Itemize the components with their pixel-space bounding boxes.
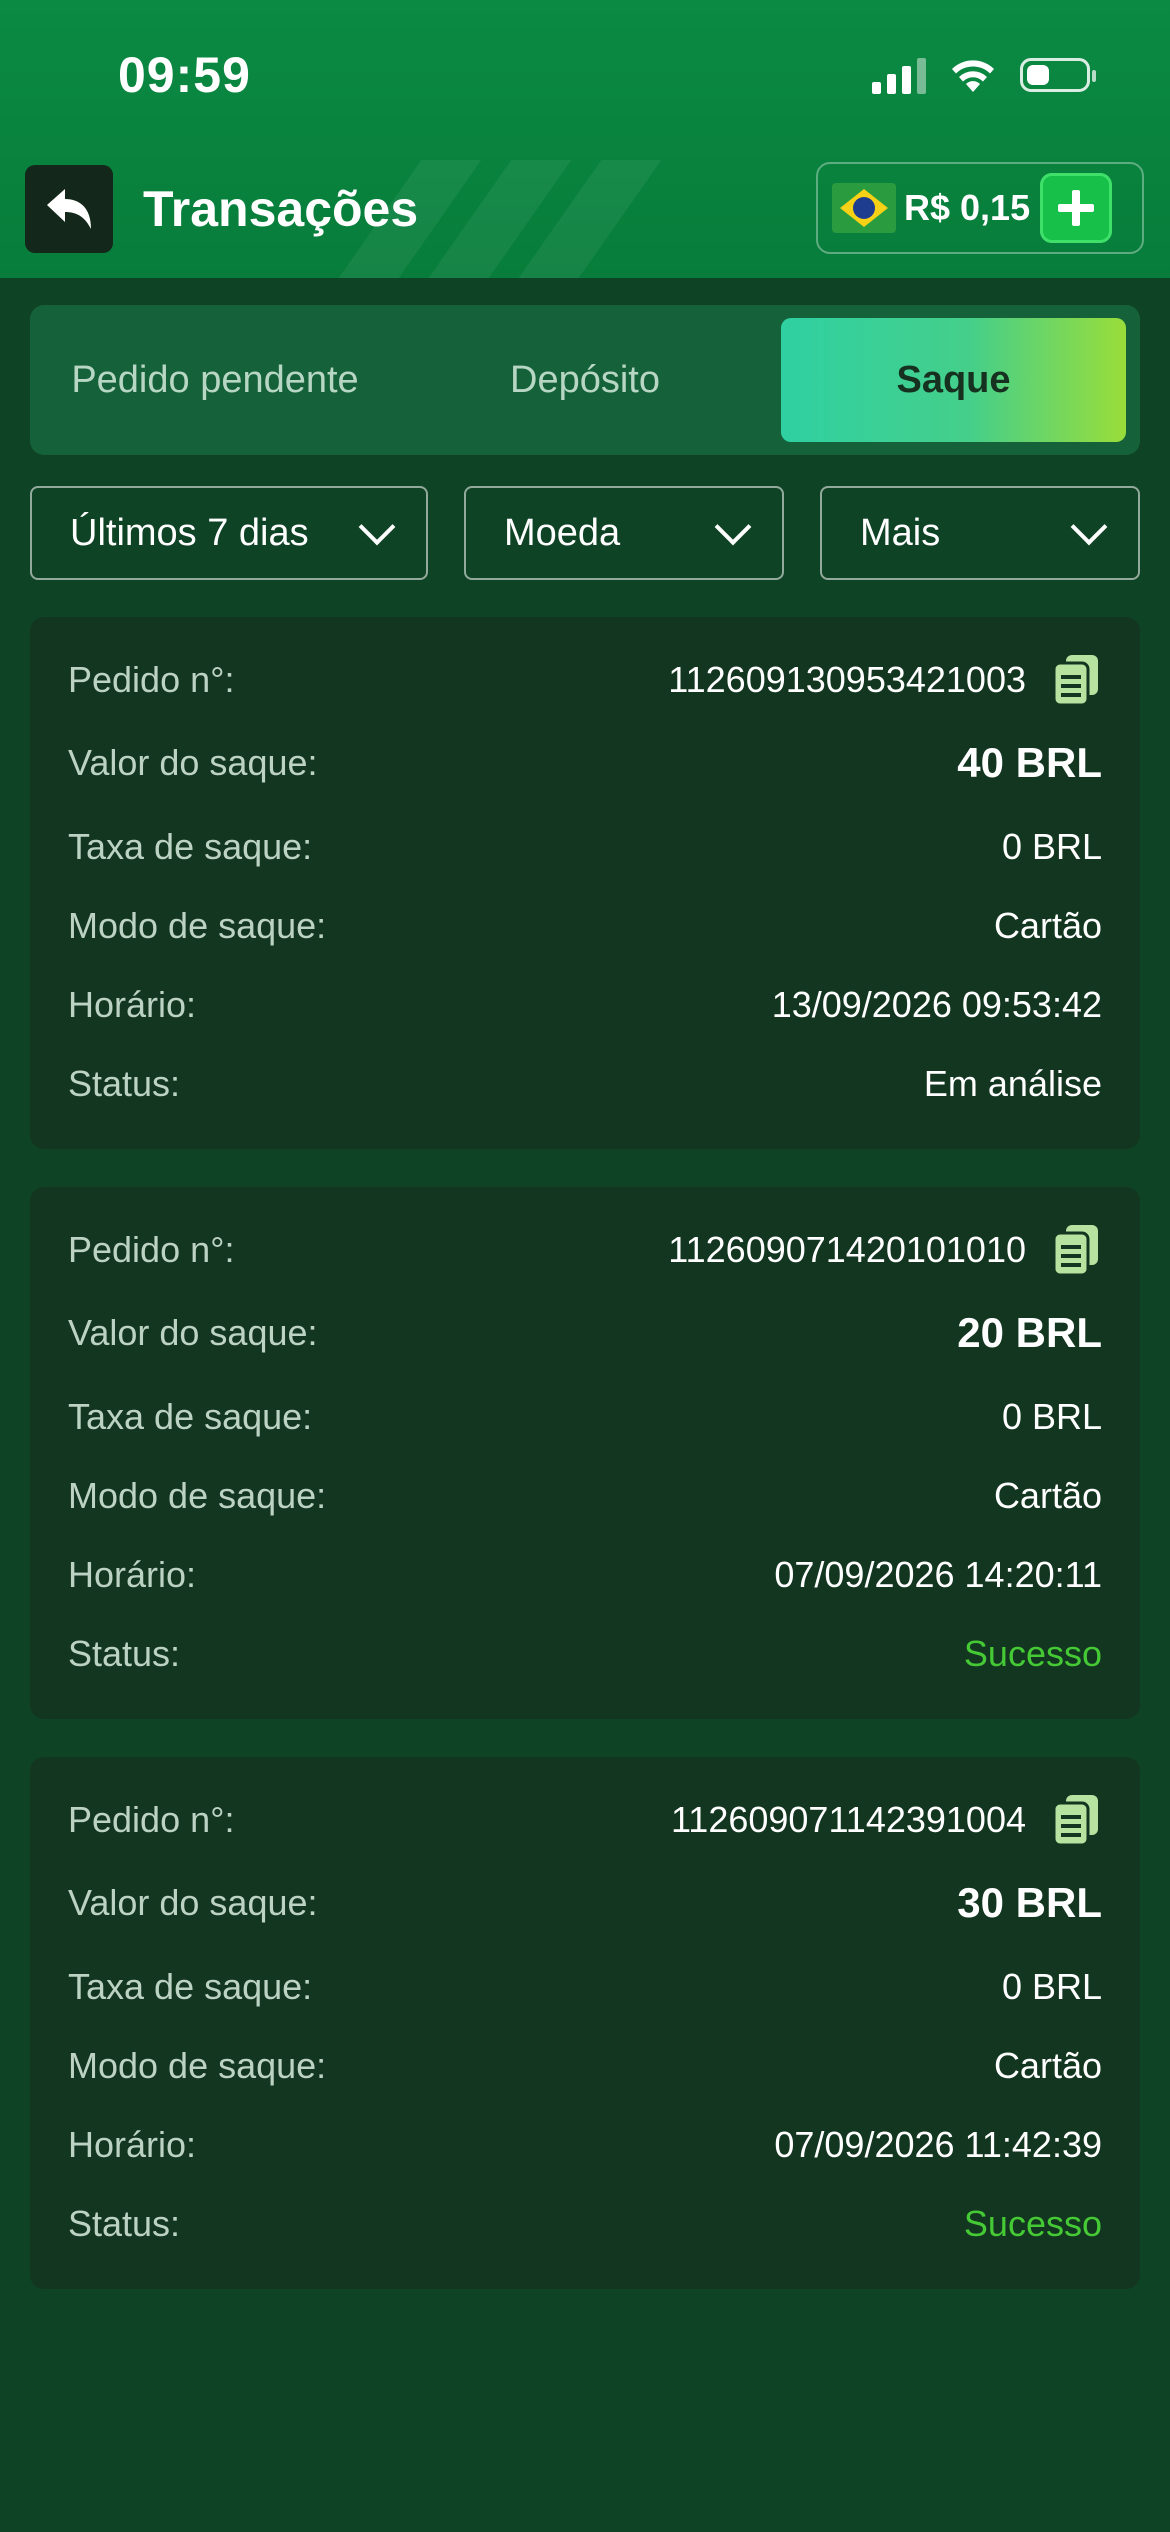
- transaction-time: 07/09/2026 11:42:39: [774, 2124, 1102, 2165]
- fee-label: Taxa de saque:: [68, 826, 313, 867]
- back-button[interactable]: [25, 165, 113, 253]
- mode-label: Modo de saque:: [68, 905, 327, 946]
- currency-filter-dropdown[interactable]: Moeda: [464, 486, 784, 580]
- status-label: Status:: [68, 2203, 181, 2244]
- status-icons: [872, 56, 1096, 94]
- period-filter-label: Últimos 7 dias: [70, 511, 309, 554]
- withdrawal-fee: 0 BRL: [1001, 1396, 1102, 1437]
- withdrawal-fee: 0 BRL: [1001, 826, 1102, 867]
- status-badge: Sucesso: [963, 2203, 1102, 2244]
- order-label: Pedido n°:: [68, 659, 235, 700]
- mode-label: Modo de saque:: [68, 2045, 327, 2086]
- transaction-tabs: Pedido pendente Depósito Saque: [30, 305, 1140, 455]
- withdrawal-mode: Cartão: [993, 905, 1102, 946]
- status-label: Status:: [68, 1063, 181, 1104]
- status-time: 09:59: [118, 47, 251, 103]
- order-label: Pedido n°:: [68, 1229, 235, 1270]
- order-number: 112609071142391004: [670, 1799, 1026, 1840]
- withdrawal-amount: 30 BRL: [957, 1879, 1102, 1926]
- transaction-card: Pedido n°: 112609071420101010 Valor do sa…: [30, 1187, 1140, 1719]
- chevron-down-icon: [1070, 508, 1108, 546]
- transaction-card: Pedido n°: 112609071142391004 Valor do sa…: [30, 1757, 1140, 2289]
- battery-icon: [1020, 58, 1096, 92]
- balance-amount: R$ 0,15: [904, 187, 1031, 228]
- withdrawal-amount: 40 BRL: [957, 739, 1102, 786]
- plus-icon: [1058, 190, 1095, 226]
- transaction-card: Pedido n°: 112609130953421003 Valor do sa…: [30, 617, 1140, 1149]
- time-label: Horário:: [68, 984, 197, 1025]
- add-funds-button[interactable]: [1040, 173, 1113, 243]
- amount-label: Valor do saque:: [68, 1312, 318, 1353]
- more-filter-label: Mais: [860, 511, 941, 554]
- fee-label: Taxa de saque:: [68, 1966, 313, 2007]
- time-label: Horário:: [68, 2124, 197, 2165]
- withdrawal-fee: 0 BRL: [1001, 1966, 1102, 2007]
- transaction-time: 07/09/2026 14:20:11: [774, 1554, 1102, 1595]
- more-filter-dropdown[interactable]: Mais: [820, 486, 1140, 580]
- signal-icon: [872, 56, 926, 94]
- amount-label: Valor do saque:: [68, 1882, 318, 1923]
- chevron-down-icon: [358, 508, 396, 546]
- mode-label: Modo de saque:: [68, 1475, 327, 1516]
- page-title: Transações: [143, 181, 419, 237]
- copy-icon[interactable]: [1052, 1223, 1102, 1277]
- tab-pending-orders[interactable]: Pedido pendente: [30, 318, 400, 442]
- withdrawal-mode: Cartão: [993, 2045, 1102, 2086]
- time-label: Horário:: [68, 1554, 197, 1595]
- withdrawal-amount: 20 BRL: [957, 1309, 1102, 1356]
- chevron-down-icon: [714, 508, 752, 546]
- fee-label: Taxa de saque:: [68, 1396, 313, 1437]
- order-number: 112609130953421003: [668, 659, 1026, 700]
- currency-filter-label: Moeda: [504, 511, 621, 554]
- status-label: Status:: [68, 1633, 181, 1674]
- copy-icon[interactable]: [1052, 1793, 1102, 1847]
- withdrawal-mode: Cartão: [993, 1475, 1102, 1516]
- status-badge: Sucesso: [963, 1633, 1102, 1674]
- period-filter-dropdown[interactable]: Últimos 7 dias: [30, 486, 428, 580]
- tab-withdrawal[interactable]: Saque: [781, 318, 1126, 442]
- order-label: Pedido n°:: [68, 1799, 235, 1840]
- app-header: 09:59 Transações R$ 0,15: [0, 0, 1170, 278]
- copy-icon[interactable]: [1052, 653, 1102, 707]
- wifi-icon: [952, 60, 994, 92]
- tab-deposit[interactable]: Depósito: [400, 318, 770, 442]
- status-badge: Em análise: [923, 1063, 1102, 1104]
- transaction-time: 13/09/2026 09:53:42: [771, 984, 1102, 1025]
- amount-label: Valor do saque:: [68, 742, 318, 783]
- balance-widget[interactable]: R$ 0,15: [816, 162, 1144, 254]
- order-number: 112609071420101010: [668, 1229, 1026, 1270]
- back-arrow-icon: [47, 189, 91, 229]
- brazil-flag-icon: [832, 183, 896, 233]
